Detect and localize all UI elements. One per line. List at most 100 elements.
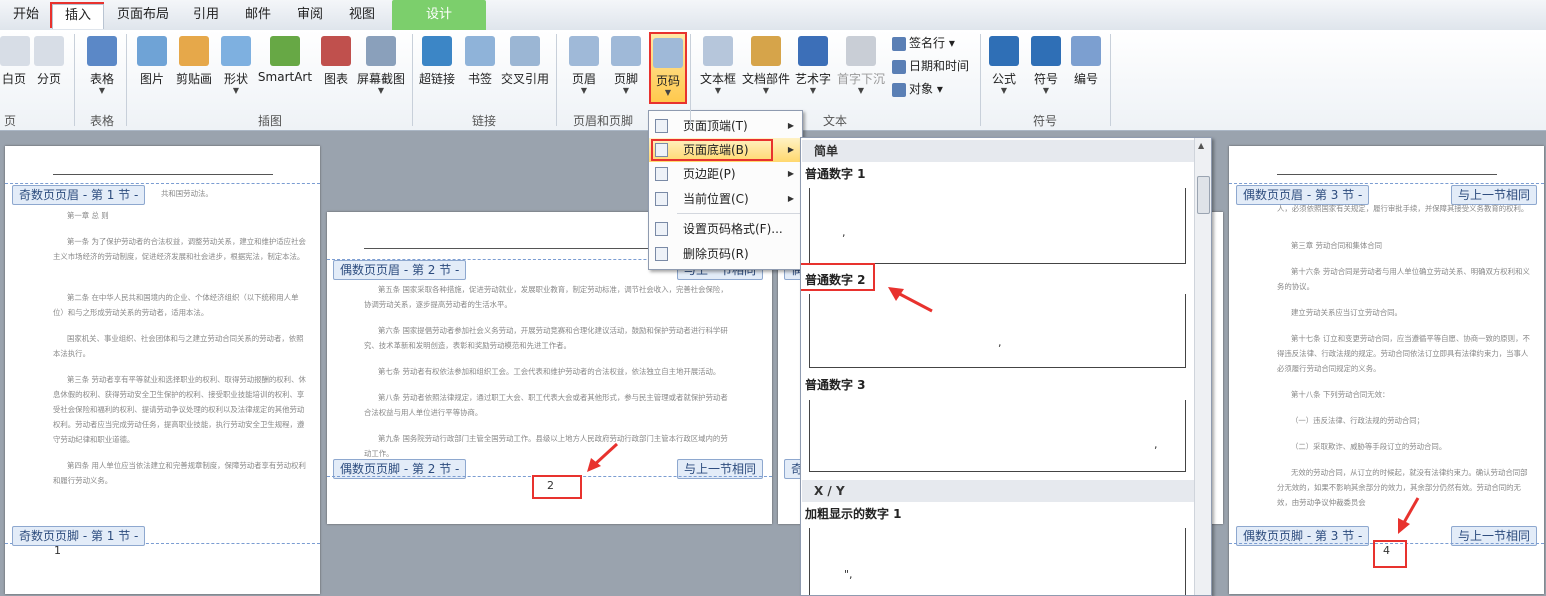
ribbon-button-17[interactable]: 艺术字 ▼ bbox=[792, 36, 834, 95]
gallery-item-preview[interactable]: ", bbox=[809, 528, 1186, 595]
ribbon-button-0[interactable]: 白页 bbox=[0, 36, 30, 87]
ribbon-icon bbox=[751, 36, 781, 66]
ribbon-small-item-2[interactable]: 对象 ▾ bbox=[892, 80, 943, 97]
menu-item-5[interactable]: 删除页码(R) bbox=[649, 242, 802, 266]
body-paragraph: 第一条 为了保护劳动者的合法权益，调整劳动关系，建立和维护适应社会主义市场经济的… bbox=[53, 237, 306, 261]
ribbon-button-7[interactable]: 图表 bbox=[316, 36, 356, 87]
ribbon-button-20[interactable]: 符号 ▼ bbox=[1026, 36, 1066, 95]
chevron-down-icon: ▼ bbox=[1042, 86, 1050, 95]
ribbon-button-6[interactable]: SmartArt bbox=[256, 36, 314, 84]
ribbon-icon bbox=[611, 36, 641, 66]
ribbon-button-18[interactable]: 首字下沉 ▼ bbox=[834, 36, 888, 95]
preview-page-number: , bbox=[1154, 438, 1158, 451]
even-header-tag[interactable]: 偶数页页眉 - 第 2 节 - bbox=[333, 260, 467, 280]
preview-page-number: ", bbox=[844, 568, 853, 581]
ribbon-button-16[interactable]: 文档部件 ▼ bbox=[740, 36, 792, 95]
body-paragraph: 第十六条 劳动合同是劳动者与用人单位确立劳动关系、明确双方权利和义务的协议。 bbox=[1277, 267, 1530, 291]
chevron-down-icon: ▼ bbox=[762, 86, 770, 95]
odd-footer-tag[interactable]: 奇数页页脚 - 第 1 节 - bbox=[12, 526, 146, 546]
page-number-menu: 页面顶端(T) ▶ 页面底端(B) ▶ 页边距(P) ▶ 当前位置(C) ▶ 设置页码格式(F)… bbox=[648, 110, 803, 270]
menu-item-2[interactable]: 页边距(P) ▶ bbox=[649, 162, 802, 186]
ribbon-separator bbox=[126, 34, 127, 126]
ribbon-button-label: 白页 bbox=[1, 72, 26, 86]
gallery-item-title[interactable]: 普通数字 3 bbox=[805, 376, 866, 393]
body-paragraph: （二）采取欺诈、威胁等手段订立的劳动合同。 bbox=[1291, 442, 1447, 451]
ribbon-small-item-0[interactable]: 签名行 ▾ bbox=[892, 34, 955, 51]
menu-item-label: 页边距(P) bbox=[683, 167, 736, 181]
gallery-item-preview[interactable]: , bbox=[809, 400, 1186, 472]
document-page-1[interactable]: 奇数页页眉 - 第 1 节 - 共和国劳动法。 第一章 总 则第一条 为了保护劳… bbox=[5, 146, 320, 594]
ribbon-small-label: 日期和时间 bbox=[909, 59, 970, 73]
ribbon-button-label: 页码 bbox=[655, 74, 680, 88]
body-paragraph: 第十七条 订立和变更劳动合同，应当遵循平等自愿、协商一致的原则，不得违反法律、行… bbox=[1277, 334, 1530, 373]
body-paragraph: 第五条 国家采取各种措施，促进劳动就业，发展职业教育，制定劳动标准，调节社会收入… bbox=[364, 285, 728, 309]
ribbon-button-label: 图片 bbox=[139, 72, 164, 86]
menu-item-icon bbox=[655, 247, 668, 261]
body-paragraph: 第八条 劳动者依照法律规定，通过职工大会、职工代表大会或者其他形式，参与民主管理… bbox=[364, 393, 728, 417]
ribbon-button-15[interactable]: 文本框 ▼ bbox=[696, 36, 740, 95]
preview-page-number: , bbox=[842, 226, 846, 239]
ribbon-button-12[interactable]: 页眉 ▼ bbox=[566, 36, 602, 95]
gallery-item-title[interactable]: 加粗显示的数字 1 bbox=[805, 505, 902, 522]
ribbon-small-icon bbox=[892, 59, 906, 74]
tab-1[interactable]: 插入 bbox=[52, 4, 104, 29]
ribbon-button-8[interactable]: 屏幕截图 ▼ bbox=[356, 36, 406, 95]
ribbon-small-item-1[interactable]: 日期和时间 bbox=[892, 57, 969, 74]
scroll-up-icon[interactable]: ▲ bbox=[1198, 141, 1204, 150]
ribbon-button-label: 图表 bbox=[323, 72, 348, 86]
ribbon-button-5[interactable]: 形状 ▼ bbox=[218, 36, 254, 95]
tab-5[interactable]: 审阅 bbox=[290, 4, 330, 28]
chevron-down-icon: ▼ bbox=[857, 86, 865, 95]
gallery-item-preview[interactable]: , bbox=[809, 294, 1186, 368]
page-number-highlight-box bbox=[532, 475, 582, 499]
ribbon-button-3[interactable]: 图片 bbox=[132, 36, 172, 87]
tab-6[interactable]: 视图 bbox=[342, 4, 382, 28]
ribbon-tab-bar bbox=[0, 0, 1546, 31]
tab-7[interactable]: 设计 bbox=[392, 0, 486, 30]
ribbon-button-13[interactable]: 页脚 ▼ bbox=[608, 36, 644, 95]
ribbon-button-10[interactable]: 书签 bbox=[462, 36, 498, 87]
preview-page-number: , bbox=[998, 336, 1002, 349]
ribbon-button-11[interactable]: 交叉引用 bbox=[500, 36, 550, 87]
gallery-item-title[interactable]: 普通数字 1 bbox=[805, 165, 866, 182]
tab-2[interactable]: 页面布局 bbox=[112, 4, 174, 28]
ribbon-small-label: 对象 ▾ bbox=[909, 82, 943, 96]
ribbon-button-9[interactable]: 超链接 bbox=[416, 36, 458, 87]
ribbon-icon bbox=[366, 36, 396, 66]
ribbon-icon bbox=[1031, 36, 1061, 66]
ribbon-button-4[interactable]: 剪贴画 bbox=[174, 36, 214, 87]
ribbon-button-2[interactable]: 表格 ▼ bbox=[82, 36, 122, 95]
ribbon-icon bbox=[1071, 36, 1101, 66]
gallery-scrollbar[interactable]: ▲ bbox=[1194, 138, 1211, 595]
chevron-right-icon: ▶ bbox=[787, 194, 794, 203]
ribbon-button-label: 符号 bbox=[1033, 72, 1058, 86]
ribbon-icon bbox=[87, 36, 117, 66]
gallery-item-preview[interactable]: , bbox=[809, 188, 1186, 264]
gallery-item-highlight-box bbox=[801, 263, 875, 291]
header-rule bbox=[364, 248, 664, 249]
menu-item-4[interactable]: 设置页码格式(F)... bbox=[649, 217, 802, 241]
scroll-thumb[interactable] bbox=[1197, 176, 1210, 214]
tab-4[interactable]: 邮件 bbox=[238, 4, 278, 28]
ribbon-icon bbox=[989, 36, 1019, 66]
body-paragraph: 第一章 总 则 bbox=[67, 211, 109, 220]
ribbon-button-label: 超链接 bbox=[418, 72, 455, 86]
ribbon-button-1[interactable]: 分页 bbox=[34, 36, 64, 87]
ribbon-small-icon bbox=[892, 36, 906, 51]
tab-3[interactable]: 引用 bbox=[186, 4, 226, 28]
tab-0[interactable]: 开始 bbox=[8, 4, 44, 28]
ribbon-button-label: 分页 bbox=[36, 72, 61, 86]
ribbon-button-21[interactable]: 编号 bbox=[1066, 36, 1106, 87]
body-paragraph: 第四条 用人单位应当依法建立和完善规章制度，保障劳动者享有劳动权利和履行劳动义务… bbox=[53, 461, 306, 485]
ribbon-icon bbox=[798, 36, 828, 66]
ribbon-button-label: 书签 bbox=[467, 72, 492, 86]
ribbon-button-14[interactable]: 页码 ▼ bbox=[649, 32, 687, 104]
document-page-4[interactable]: 偶数页页眉 - 第 3 节 - 与上一节相同 人，必须依照国家有关规定，履行审批… bbox=[1229, 146, 1544, 594]
ribbon-button-19[interactable]: 公式 ▼ bbox=[984, 36, 1024, 95]
chevron-down-icon: ▼ bbox=[580, 86, 588, 95]
menu-item-3[interactable]: 当前位置(C) ▶ bbox=[649, 187, 802, 211]
menu-item-icon bbox=[655, 192, 668, 206]
odd-header-tag[interactable]: 奇数页页眉 - 第 1 节 - bbox=[12, 185, 146, 205]
ribbon-separator bbox=[74, 34, 75, 126]
menu-item-icon bbox=[655, 222, 668, 236]
